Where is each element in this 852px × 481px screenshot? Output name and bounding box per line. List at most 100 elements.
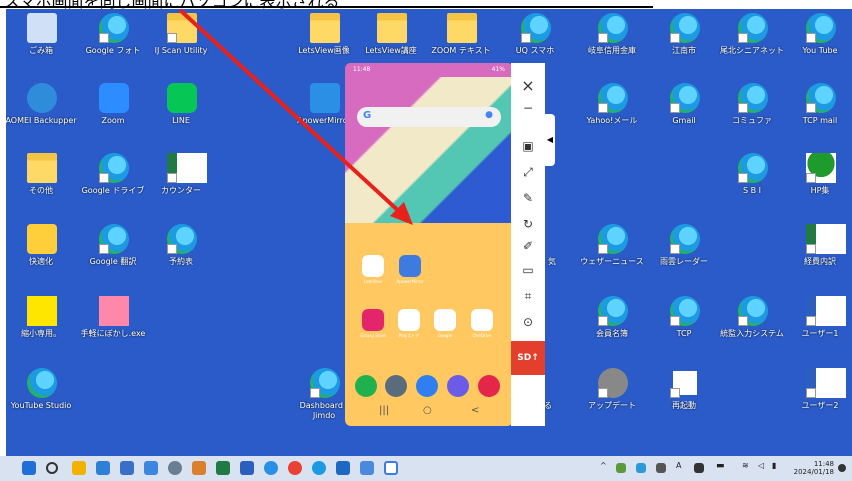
minimize-button[interactable]: − xyxy=(516,97,540,119)
desktop-icon-yahoo-mail[interactable]: Yahoo!メール xyxy=(580,81,644,141)
desktop-icon-google-photo[interactable]: Google フォト xyxy=(81,11,145,71)
taskbar-app-icon[interactable] xyxy=(192,461,206,475)
desktop-icon-kaiteki[interactable]: 快適化 xyxy=(9,222,73,282)
desktop-icon-letsview-images[interactable]: LetsView画像 xyxy=(292,11,356,71)
whiteboard-icon[interactable]: ▭ xyxy=(516,259,540,281)
rotate-icon[interactable]: ↻ xyxy=(516,213,540,235)
desktop-icon-konan-city[interactable]: 江南市 xyxy=(652,11,716,71)
record-icon[interactable]: ⊙ xyxy=(516,311,540,333)
desktop-icon-restart[interactable]: 再起動 xyxy=(652,366,716,426)
settings-gear-icon[interactable] xyxy=(168,461,182,475)
battery-icon[interactable]: ▬ xyxy=(716,461,725,471)
desktop-icon-line[interactable]: LINE xyxy=(149,81,213,141)
desktop-icon-commufa[interactable]: コミュファ xyxy=(720,81,784,141)
tray-app-icon[interactable] xyxy=(636,463,646,473)
phone-internet-icon[interactable] xyxy=(447,375,469,397)
onedrive-icon[interactable] xyxy=(471,309,493,331)
desktop-icon-rain-radar[interactable]: 雨雲レーダー xyxy=(652,222,716,282)
desktop-icon-shukusen[interactable]: 縮小専用。 xyxy=(9,294,73,354)
desktop-icon-recycle-bin[interactable]: ごみ箱 xyxy=(9,11,73,71)
apowermirror-app-icon[interactable] xyxy=(399,255,421,277)
word-taskbar-icon[interactable] xyxy=(240,461,254,475)
desktop-icon-senior-net[interactable]: 尾北シニアネット xyxy=(720,11,784,71)
tray-overflow-icon[interactable]: ^ xyxy=(600,461,607,470)
apowermirror-taskbar-icon[interactable] xyxy=(360,461,374,475)
sd-quality-button[interactable]: SD↑ xyxy=(511,341,545,375)
desktop-icon-counter[interactable]: カウンター xyxy=(149,151,213,211)
home-button[interactable]: ○ xyxy=(423,405,432,416)
desktop-icon-update[interactable]: アップデート xyxy=(580,366,644,426)
desktop-icon-tcp[interactable]: TCP xyxy=(652,294,716,354)
desktop-icon-gifu-shinkin[interactable]: 岐阜信用金庫 xyxy=(580,11,644,71)
phone-mirror-window[interactable]: 11:48 41% G ● LetsView ApowerMirror Gala… xyxy=(345,63,513,426)
screenshot-icon[interactable]: ▣ xyxy=(516,135,540,157)
desktop-icon-user1[interactable]: ユーザー1 xyxy=(788,294,852,354)
galaxy-store-icon[interactable] xyxy=(362,309,384,331)
pin-icon[interactable]: ✎ xyxy=(516,187,540,209)
crop-icon[interactable]: ⌗ xyxy=(516,285,540,307)
taskbar-app-icon[interactable] xyxy=(120,461,134,475)
google-folder-icon[interactable] xyxy=(434,309,456,331)
desktop-icon-tokan-input[interactable]: 統監入力システム xyxy=(720,294,784,354)
desktop-icon-member-list[interactable]: 会員名簿 xyxy=(580,294,644,354)
fullscreen-icon[interactable]: ⤢ xyxy=(516,161,540,183)
taskbar-app-icon[interactable] xyxy=(144,461,158,475)
desktop-icon-ij-scan[interactable]: IJ Scan Utility xyxy=(149,11,213,71)
letsview-taskbar-icon[interactable] xyxy=(384,461,398,475)
outlook-icon[interactable] xyxy=(336,461,350,475)
back-button[interactable]: < xyxy=(471,405,479,416)
play-store-icon[interactable] xyxy=(398,309,420,331)
desktop-icon-zoom-text[interactable]: ZOOM テキスト xyxy=(429,11,493,71)
shortcut-arrow-icon xyxy=(806,103,816,113)
desktop-icon-others[interactable]: その他 xyxy=(9,151,73,211)
desktop-icon-youtube-studio[interactable]: YouTube Studio xyxy=(9,366,73,426)
desktop-icon-google-drive[interactable]: Google ドライブ xyxy=(81,151,145,211)
power-icon[interactable]: ▮ xyxy=(772,461,776,470)
tray-a-icon[interactable]: A xyxy=(676,461,681,470)
letsview-app-icon[interactable] xyxy=(362,255,384,277)
collapse-toolbar-button[interactable]: ◀ xyxy=(545,114,555,166)
recents-button[interactable]: ||| xyxy=(379,405,389,416)
desktop-icon-aomei[interactable]: AOMEI Backupper xyxy=(6,81,77,141)
tray-app-icon[interactable] xyxy=(656,463,666,473)
notification-bell-icon[interactable] xyxy=(838,464,846,472)
wifi-icon[interactable]: ≋ xyxy=(742,461,749,470)
desktop-icon-google-translate[interactable]: Google 翻訳 xyxy=(81,222,145,282)
volume-icon[interactable]: ◁ xyxy=(758,461,764,470)
desktop-icon-zoom[interactable]: Zoom xyxy=(81,81,145,141)
draw-icon[interactable]: ✐ xyxy=(516,235,540,257)
phone-dial-icon[interactable] xyxy=(355,375,377,397)
start-icon[interactable] xyxy=(22,461,36,475)
line-icon xyxy=(167,83,197,113)
taskbar-clock[interactable]: 11:48 2024/01/18 xyxy=(790,460,834,476)
instruction-banner: スマホ画面を同じ画面にパソコンに表示される xyxy=(0,0,852,9)
phone-camera-icon[interactable] xyxy=(478,375,500,397)
google-search-widget[interactable]: G ● xyxy=(357,107,501,127)
aomei-icon xyxy=(27,83,57,113)
desktop-icon-user2[interactable]: ユーザー2 xyxy=(788,366,852,426)
phone-settings-icon[interactable] xyxy=(385,375,407,397)
phone-messages-icon[interactable] xyxy=(416,375,438,397)
taskbar-app-icon[interactable] xyxy=(264,461,278,475)
search-icon[interactable] xyxy=(46,462,58,474)
taskbar-app-icon[interactable] xyxy=(96,461,110,475)
edge-taskbar-icon[interactable] xyxy=(312,461,326,475)
excel-taskbar-icon[interactable] xyxy=(216,461,230,475)
desktop-icon-letsview-course[interactable]: LetsView講座 xyxy=(359,11,423,71)
tray-app-icon[interactable] xyxy=(694,463,704,473)
desktop-icon-uq-mobile[interactable]: UQ スマホ xyxy=(503,11,567,71)
desktop-icon-expenses[interactable]: 経費内訳 xyxy=(788,222,852,282)
tray-app-icon[interactable] xyxy=(616,463,626,473)
desktop-icon-tcp-mail[interactable]: TCP mail xyxy=(788,81,852,141)
desktop-icon-reservation[interactable]: 予約表 xyxy=(149,222,213,282)
chrome-icon[interactable] xyxy=(288,461,302,475)
desktop-icon-bokashi[interactable]: 手軽にぼかし.exe xyxy=(81,294,145,354)
shortcut-arrow-icon xyxy=(99,244,109,254)
desktop-icon-sbi[interactable]: S B I xyxy=(720,151,784,211)
desktop-icon-youtube[interactable]: You Tube xyxy=(788,11,852,71)
file-explorer-icon[interactable] xyxy=(72,461,86,475)
desktop-icon-weathernews[interactable]: ウェザーニュース xyxy=(580,222,644,282)
desktop-icon-gmail[interactable]: Gmail xyxy=(652,81,716,141)
desktop-icon-hp-collection[interactable]: HP集 xyxy=(788,151,852,211)
close-button[interactable]: × xyxy=(516,75,540,97)
